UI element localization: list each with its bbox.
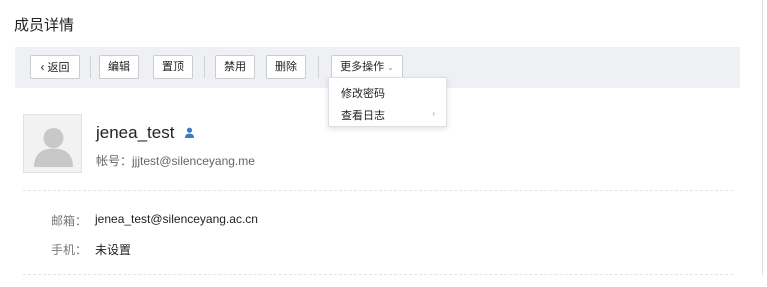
account-value: jjjtest@silenceyang.me (132, 154, 255, 168)
email-value: jenea_test@silenceyang.ac.cn (95, 212, 258, 226)
page-title: 成员详情 (14, 17, 75, 34)
member-name: jenea_test (96, 123, 175, 142)
chevron-left-icon: ‹ (40, 60, 45, 74)
user-icon (184, 126, 195, 144)
edit-button[interactable]: 编辑 (99, 55, 139, 79)
phone-label: 手机： (51, 243, 88, 257)
back-button[interactable]: ‹ 返回 (30, 55, 80, 79)
member-account: 帐号：jjjtest@silenceyang.me (96, 152, 255, 169)
more-actions-menu: 修改密码 查看日志 › (328, 77, 447, 127)
avatar (23, 114, 82, 173)
toolbar-divider (90, 56, 91, 78)
disable-button[interactable]: 禁用 (215, 55, 255, 79)
toolbar-divider (318, 56, 319, 78)
pin-top-button[interactable]: 置顶 (153, 55, 193, 79)
section-divider (23, 274, 733, 275)
default-avatar-icon (34, 128, 73, 167)
toolbar-divider (204, 56, 205, 78)
account-label: 帐号： (96, 154, 133, 168)
email-label: 邮箱： (51, 214, 88, 228)
delete-button[interactable]: 删除 (266, 55, 306, 79)
scrollbar-track (762, 0, 763, 275)
phone-value: 未设置 (95, 243, 132, 257)
menu-item-view-logs[interactable]: 查看日志 (341, 107, 385, 123)
chevron-right-icon: › (432, 109, 435, 118)
more-actions-button[interactable]: 更多操作 ⌄ (331, 55, 403, 79)
section-divider (23, 190, 733, 191)
menu-item-change-password[interactable]: 修改密码 (341, 85, 385, 101)
caret-down-icon: ⌄ (387, 63, 394, 72)
back-label: 返回 (47, 62, 70, 74)
more-actions-label: 更多操作 (340, 61, 385, 73)
